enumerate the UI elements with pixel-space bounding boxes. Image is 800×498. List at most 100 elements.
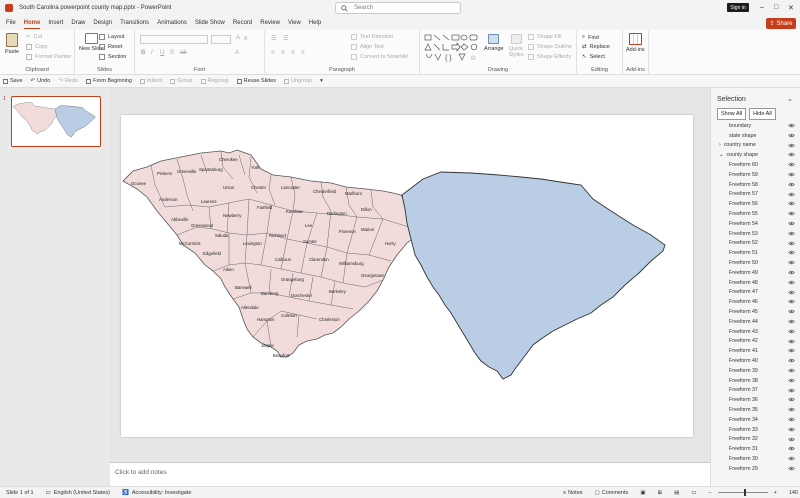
undo-button[interactable]: ↶ Undo	[31, 78, 51, 84]
selection-item[interactable]: state shape	[717, 131, 800, 141]
numbering-icon[interactable]: ☰	[283, 35, 288, 42]
selection-item[interactable]: Freeform 35	[717, 405, 800, 415]
eye-icon[interactable]	[788, 299, 795, 306]
eye-icon[interactable]	[788, 319, 795, 326]
comments-button[interactable]: ▢ Comments	[595, 490, 629, 496]
close-icon[interactable]: ✕	[788, 4, 794, 12]
select-button[interactable]: ↖ Select	[582, 54, 605, 60]
eye-icon[interactable]	[788, 329, 795, 336]
zoom-in-button[interactable]: +	[774, 490, 777, 496]
replace-button[interactable]: ⇄ Replace	[582, 44, 610, 50]
selection-item[interactable]: Freeform 34	[717, 415, 800, 425]
eye-icon[interactable]	[788, 417, 795, 424]
selection-item[interactable]: Freeform 60	[717, 160, 800, 170]
eye-icon[interactable]	[788, 280, 795, 287]
eye-icon[interactable]	[788, 143, 795, 150]
reset-button[interactable]: Reset	[99, 44, 122, 50]
selection-item[interactable]: Freeform 37	[717, 386, 800, 396]
selection-item[interactable]: Freeform 52	[717, 239, 800, 249]
align-center-icon[interactable]: ≡	[281, 50, 285, 56]
tab-animations[interactable]: Animations	[157, 18, 187, 28]
selection-item[interactable]: Freeform 29	[717, 464, 800, 474]
indent-button[interactable]: Indent	[139, 78, 162, 84]
selection-item[interactable]: Freeform 39	[717, 366, 800, 376]
customize-qat-button[interactable]: ▾	[320, 78, 323, 84]
eye-icon[interactable]	[788, 152, 795, 159]
align-right-icon[interactable]: ≡	[291, 50, 295, 56]
find-button[interactable]: ⌕ Find	[582, 34, 599, 41]
font-size-select[interactable]	[211, 35, 231, 44]
tab-insert[interactable]: Insert	[48, 18, 63, 28]
reuse-slides-button[interactable]: Reuse Slides	[236, 78, 276, 84]
tab-transitions[interactable]: Transitions	[120, 18, 149, 28]
arrange-button[interactable]: Arrange	[484, 34, 504, 52]
selection-item[interactable]: Freeform 30	[717, 454, 800, 464]
zoom-level[interactable]: 140	[789, 490, 798, 496]
selection-item[interactable]: Freeform 42	[717, 337, 800, 347]
state-shape[interactable]	[401, 171, 666, 380]
selection-item[interactable]: Freeform 57	[717, 190, 800, 200]
slide-sorter-button[interactable]: ⊞	[658, 490, 663, 496]
selection-item[interactable]: Freeform 36	[717, 395, 800, 405]
group-button[interactable]: Group	[170, 78, 193, 84]
eye-icon[interactable]	[788, 358, 795, 365]
section-button[interactable]: Section	[99, 54, 126, 60]
eye-icon[interactable]	[788, 397, 795, 404]
selection-item[interactable]: › country name	[717, 141, 800, 151]
notes-pane[interactable]: Click to add notes	[110, 462, 710, 486]
from-beginning-button[interactable]: From Beginning	[86, 78, 132, 84]
shrink-font-icon[interactable]: A	[244, 36, 247, 42]
chevron-right-icon[interactable]: ›	[719, 142, 721, 148]
zoom-out-button[interactable]: –	[709, 490, 712, 496]
eye-icon[interactable]	[788, 250, 795, 257]
eye-icon[interactable]	[788, 437, 795, 444]
save-button[interactable]: Save	[3, 78, 23, 84]
tab-review[interactable]: Review	[260, 18, 280, 28]
maximize-icon[interactable]: □	[774, 4, 778, 11]
tab-slide-show[interactable]: Slide Show	[195, 18, 225, 28]
eye-icon[interactable]	[788, 241, 795, 248]
chevron-down-icon[interactable]: ⌄	[787, 95, 793, 103]
redo-button[interactable]: ↷ Redo	[58, 78, 78, 84]
tab-help[interactable]: Help	[309, 18, 321, 28]
selection-item[interactable]: Freeform 55	[717, 209, 800, 219]
shapes-gallery[interactable]: { } ☆	[424, 34, 482, 64]
slide-thumbnail[interactable]	[11, 96, 101, 147]
selection-item[interactable]: Freeform 41	[717, 346, 800, 356]
tab-draw[interactable]: Draw	[71, 18, 85, 28]
eye-icon[interactable]	[788, 270, 795, 277]
underline-icon[interactable]: U	[160, 50, 164, 56]
eye-icon[interactable]	[788, 309, 795, 316]
italic-icon[interactable]: I	[151, 50, 153, 56]
text-direction-button[interactable]: Text Direction	[351, 34, 393, 40]
eye-icon[interactable]	[788, 290, 795, 297]
eye-icon[interactable]	[788, 466, 795, 473]
selection-item[interactable]: Freeform 38	[717, 376, 800, 386]
ungroup-button[interactable]: Ungroup	[284, 78, 312, 84]
notes-button[interactable]: ≡ Notes	[563, 490, 583, 496]
tab-file[interactable]: File	[6, 18, 16, 28]
eye-icon[interactable]	[788, 378, 795, 385]
addins-button[interactable]: Add-ins	[626, 33, 645, 53]
slide-canvas[interactable]: Oconee Pickens Greenville Cherokee Spartanbu…	[121, 115, 693, 437]
eye-icon[interactable]	[788, 348, 795, 355]
selection-item[interactable]: Freeform 44	[717, 317, 800, 327]
font-family-select[interactable]	[140, 35, 208, 44]
selection-item[interactable]: Freeform 40	[717, 356, 800, 366]
tab-home[interactable]: Home	[23, 18, 41, 29]
selection-item[interactable]: Freeform 54	[717, 219, 800, 229]
selection-item[interactable]: Freeform 50	[717, 258, 800, 268]
selection-item[interactable]: Freeform 48	[717, 278, 800, 288]
justify-icon[interactable]: ≡	[301, 50, 305, 56]
selection-item[interactable]: Freeform 33	[717, 425, 800, 435]
font-color-icon[interactable]: A	[235, 50, 239, 56]
selection-item[interactable]: Freeform 45	[717, 307, 800, 317]
eye-icon[interactable]	[788, 339, 795, 346]
quick-styles-button[interactable]: Quick Styles	[506, 34, 526, 58]
align-left-icon[interactable]: ≡	[271, 50, 275, 56]
language-status[interactable]: ▭ English (United States)	[46, 490, 110, 496]
tab-view[interactable]: View	[288, 18, 301, 28]
normal-view-button[interactable]: ▣	[640, 490, 645, 496]
selection-item[interactable]: Freeform 49	[717, 268, 800, 278]
layout-button[interactable]: Layout	[99, 34, 125, 40]
